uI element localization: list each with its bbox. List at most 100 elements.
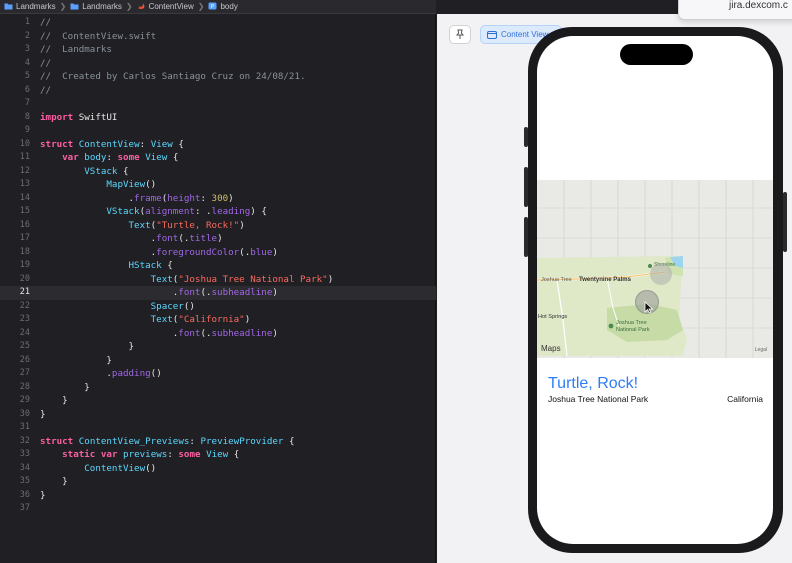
dynamic-island [620, 44, 693, 65]
code-line[interactable]: 22 Spacer() [0, 300, 436, 314]
code-token: static [62, 449, 96, 460]
code-token: "California" [178, 314, 245, 325]
code-line[interactable]: 13 MapView() [0, 178, 436, 192]
apple-maps-logo: Maps [541, 344, 561, 353]
breadcrumb-item-label: body [220, 2, 238, 11]
code-text: .font(.subheadline) [40, 286, 278, 300]
code-line[interactable]: 20 Text("Joshua Tree National Park") [0, 273, 436, 287]
code-token: : [106, 152, 118, 163]
code-token: } [40, 489, 46, 501]
code-line[interactable]: 14 .frame(height: 300) [0, 192, 436, 206]
code-token: some [117, 152, 140, 163]
code-token: . [40, 327, 179, 339]
line-number: 8 [24, 111, 30, 122]
code-text: // Landmarks [40, 43, 112, 57]
map-label-hot-springs: Hot Springs [538, 314, 568, 320]
code-line[interactable]: 19 HStack { [0, 259, 436, 273]
code-line[interactable]: 18 .foregroundColor(.blue) [0, 246, 436, 260]
code-token: alignment [145, 206, 195, 217]
code-line[interactable]: 34 ContentView() [0, 462, 436, 476]
breadcrumb-item[interactable]: Landmarks [4, 2, 56, 12]
code-editor[interactable]: 1 // 2 // ContentView.swift 3 // Landmarks 4 //… [0, 14, 436, 563]
code-token: ) { [250, 206, 267, 217]
browser-url[interactable]: jira.dexcom.c [729, 0, 788, 11]
code-text: Text("Joshua Tree National Park") [40, 273, 334, 287]
code-token: (. [200, 287, 212, 298]
code-line[interactable]: 4 // [0, 57, 436, 71]
code-token: subheadline [211, 287, 273, 298]
code-line[interactable]: 17 .font(.title) [0, 232, 436, 246]
code-token: } [40, 341, 135, 352]
code-token: } [40, 395, 68, 406]
code-text: } [40, 394, 68, 408]
code-line[interactable]: 15 VStack(alignment: .leading) { [0, 205, 436, 219]
breadcrumb-item[interactable]: Landmarks [70, 2, 122, 12]
code-token: } [40, 381, 90, 393]
code-text: } [40, 489, 46, 503]
code-text: } [40, 381, 90, 395]
map-view[interactable]: Joshua Tree Twentynine Palms Shoreline H… [537, 180, 773, 358]
code-line[interactable]: 24 .font(.subheadline) [0, 327, 436, 341]
code-token: font [156, 233, 179, 244]
code-token: ) [228, 192, 234, 204]
code-line[interactable]: 1 // [0, 16, 436, 30]
code-line[interactable]: 3 // Landmarks [0, 43, 436, 57]
code-line[interactable]: 26 } [0, 354, 436, 368]
line-number: 5 [24, 71, 30, 81]
code-line[interactable]: 33 static var previews: some View { [0, 448, 436, 462]
code-line[interactable]: 30} [0, 408, 436, 422]
code-line[interactable]: 12 VStack { [0, 165, 436, 179]
code-line[interactable]: 25 } [0, 340, 436, 354]
code-text: .font(.title) [40, 232, 223, 246]
code-token: Spacer [150, 300, 184, 312]
line-number: 19 [19, 260, 30, 270]
code-line[interactable]: 23 Text("California") [0, 313, 436, 327]
code-text: Spacer() [40, 300, 195, 314]
code-line[interactable]: 27 .padding() [0, 367, 436, 381]
code-line[interactable]: 16 Text("Turtle, Rock!") [0, 219, 436, 233]
pin-button[interactable] [449, 25, 471, 44]
volume-down-button [524, 217, 528, 257]
code-line[interactable]: 36} [0, 489, 436, 503]
code-text: } [40, 475, 68, 489]
code-token: "Turtle, Rock!" [156, 219, 240, 231]
code-line[interactable]: 28 } [0, 381, 436, 395]
map-legal-link[interactable]: Legal [755, 347, 767, 353]
code-token: // [40, 84, 52, 96]
code-line[interactable]: 2 // ContentView.swift [0, 30, 436, 44]
code-token: font [178, 327, 201, 339]
code-line[interactable]: 6 // [0, 84, 436, 98]
preview-window-icon [487, 31, 497, 39]
line-number: 37 [19, 503, 30, 513]
code-text: // [40, 16, 51, 30]
code-token: HStack [128, 260, 162, 271]
code-line[interactable]: 21 .font(.subheadline) [0, 286, 436, 300]
code-text: .frame(height: 300) [40, 192, 234, 206]
code-line[interactable]: 10 struct ContentView: View { [0, 138, 436, 152]
code-line[interactable]: 5 // Created by Carlos Santiago Cruz on 2… [0, 70, 436, 84]
breadcrumb-item[interactable]: Pbody [208, 2, 238, 12]
code-line[interactable]: 9 [0, 124, 436, 138]
code-token: : [189, 435, 201, 447]
code-line[interactable]: 35 } [0, 475, 436, 489]
code-line[interactable]: 7 [0, 97, 436, 111]
code-line[interactable]: 37 [0, 502, 436, 516]
code-token: (. [178, 233, 190, 244]
line-number: 14 [19, 192, 30, 203]
code-token: padding [111, 368, 151, 379]
code-text: MapView() [40, 178, 156, 192]
code-token: : [167, 449, 179, 460]
code-line[interactable]: 11 var body: some View { [0, 151, 436, 165]
code-line[interactable]: 8 import SwiftUI [0, 111, 436, 125]
code-token: // [40, 57, 52, 69]
code-line[interactable]: 31 [0, 421, 436, 435]
park-name: Joshua Tree National Park [548, 394, 649, 404]
breadcrumb-item[interactable]: ContentView [137, 2, 194, 12]
code-line[interactable]: 32 struct ContentView_Previews: PreviewPr… [0, 435, 436, 449]
code-text: VStack { [40, 165, 128, 179]
code-line[interactable]: 29 } [0, 394, 436, 408]
code-token: { [228, 449, 240, 460]
line-number: 2 [24, 30, 30, 41]
